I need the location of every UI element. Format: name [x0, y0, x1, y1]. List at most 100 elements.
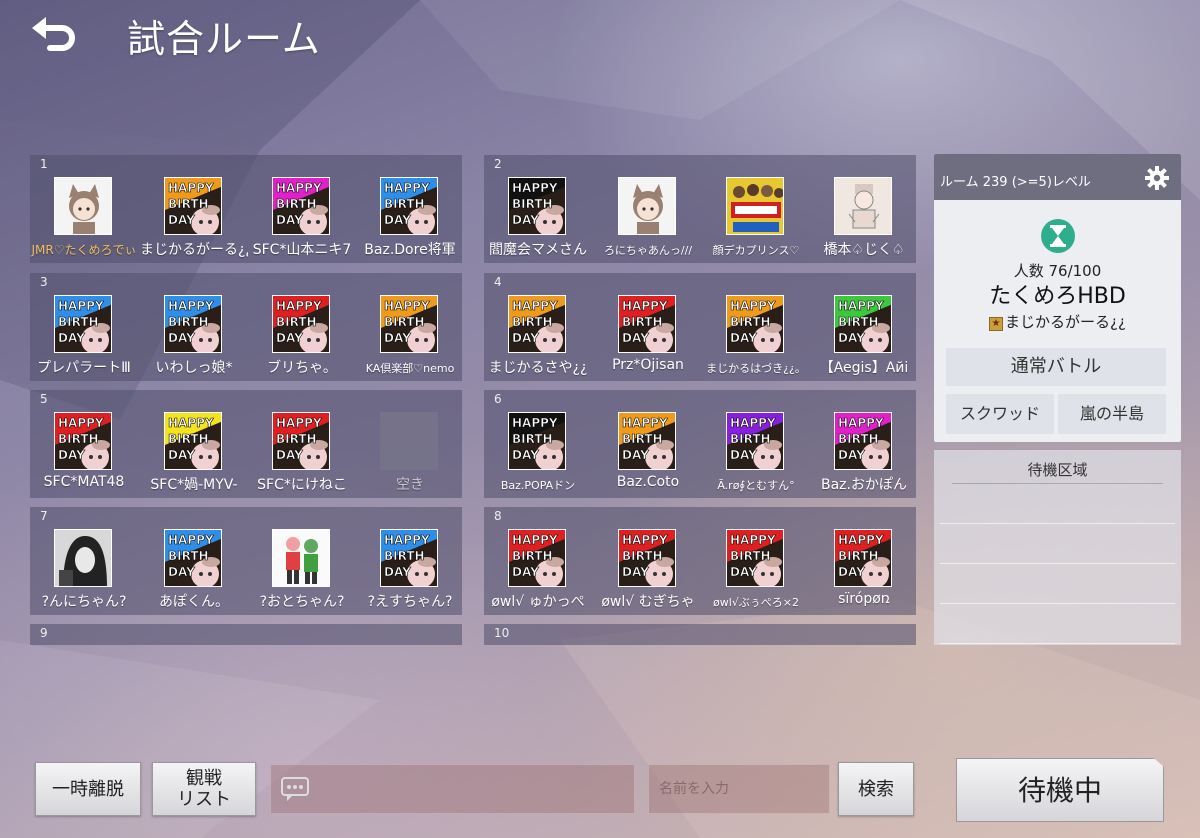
player-slot[interactable]: HAPPY BIRTH DAY 【Aegis】Aйi [810, 293, 916, 379]
player-slot[interactable]: HAPPY BIRTH DAY SFC*にけねこ [248, 410, 356, 496]
svg-text:DAY: DAY [622, 331, 649, 345]
player-slot[interactable]: HAPPY BIRTH DAY まじかるさや¿¿ [484, 293, 592, 379]
svg-text:DAY: DAY [384, 213, 411, 227]
team-box: 1 JMR♡たくめろでぃ HAPPY BIRTH DAY まじかるがーる¿¿ HAPPY BI… [30, 155, 462, 263]
player-name: Ã.rø∮とむすん° [717, 479, 795, 492]
player-slot[interactable]: ?んにちゃん? [30, 527, 138, 613]
player-slot[interactable]: HAPPY BIRTH DAY KA倶楽部♡nemo [356, 293, 464, 379]
player-slot[interactable]: 顔デカプリンス♡ [702, 175, 810, 261]
player-slot[interactable]: HAPPY BIRTH DAY ?えすちゃん? [356, 527, 464, 613]
player-slot[interactable]: HAPPY BIRTH DAY あぽくん。 [140, 527, 248, 613]
avatar-art: HAPPY BIRTH DAY [165, 530, 221, 586]
player-slot[interactable]: HAPPY BIRTH DAY Prz*Ojisan [594, 293, 702, 379]
svg-text:BIRTH: BIRTH [730, 432, 771, 446]
back-arrow-icon [32, 17, 75, 51]
player-slot[interactable]: HAPPY BIRTH DAY Baz.Coto [594, 410, 702, 496]
player-slot[interactable]: JMR♡たくめろでぃ [30, 175, 138, 261]
svg-text:BIRTH: BIRTH [512, 432, 553, 446]
search-button[interactable]: 検索 [838, 762, 914, 816]
player-slot[interactable]: HAPPY BIRTH DAY 閻魔会マメさん [484, 175, 592, 261]
player-name: øwl√ぶぅぺろ×2 [712, 596, 799, 609]
svg-text:DAY: DAY [512, 448, 539, 462]
chat-input[interactable] [270, 764, 635, 814]
svg-text:BIRTH: BIRTH [622, 315, 663, 329]
avatar-art: HAPPY BIRTH DAY [509, 413, 565, 469]
player-slot[interactable]: HAPPY BIRTH DAY いわしっ娘* [140, 293, 248, 379]
svg-text:HAPPY: HAPPY [512, 299, 558, 313]
svg-text:HAPPY: HAPPY [168, 416, 214, 430]
player-slot[interactable]: HAPPY BIRTH DAY øwl√ぶぅぺろ×2 [702, 527, 810, 613]
player-avatar: HAPPY BIRTH DAY [380, 177, 438, 235]
player-slot[interactable]: HAPPY BIRTH DAY SFC*媧-MYV- [140, 410, 248, 496]
player-slot[interactable]: HAPPY BIRTH DAY プレパラートⅢ [30, 293, 138, 379]
waiting-status-button[interactable]: 待機中 [956, 758, 1164, 822]
avatar-art: HAPPY BIRTH DAY [381, 296, 437, 352]
player-avatar: HAPPY BIRTH DAY [272, 412, 330, 470]
svg-text:BIRTH: BIRTH [168, 315, 209, 329]
svg-text:BIRTH: BIRTH [384, 197, 425, 211]
player-slot[interactable]: HAPPY BIRTH DAY まじかるはづき¿¿。 [702, 293, 810, 379]
avatar-art: HAPPY BIRTH DAY [835, 530, 891, 586]
waiting-slot [940, 604, 1175, 644]
empty-slot[interactable]: 空き [356, 410, 464, 496]
hourglass-icon [1041, 219, 1075, 253]
spectator-list-button[interactable]: 観戦 リスト [152, 762, 256, 816]
svg-text:BIRTH: BIRTH [730, 549, 771, 563]
svg-text:BIRTH: BIRTH [512, 315, 553, 329]
svg-text:BIRTH: BIRTH [276, 315, 317, 329]
svg-text:DAY: DAY [512, 331, 539, 345]
temporary-leave-button[interactable]: 一時離脱 [35, 762, 141, 816]
waiting-area-title: 待機区域 [952, 450, 1163, 484]
player-slot[interactable]: HAPPY BIRTH DAY Baz.おかぽん [810, 410, 916, 496]
player-slot[interactable]: HAPPY BIRTH DAY øwl√ むぎちゃ [594, 527, 702, 613]
svg-text:HAPPY: HAPPY [276, 416, 322, 430]
player-avatar: HAPPY BIRTH DAY [618, 412, 676, 470]
avatar-art: HAPPY BIRTH DAY [381, 530, 437, 586]
avatar-art [55, 178, 111, 234]
avatar-art: HAPPY BIRTH DAY [165, 296, 221, 352]
svg-text:HAPPY: HAPPY [168, 181, 214, 195]
player-slot[interactable]: HAPPY BIRTH DAY SFC*MAT48 [30, 410, 138, 496]
player-slot[interactable]: HAPPY BIRTH DAY Baz.POPAドン [484, 410, 592, 496]
player-name: まじかるさや¿¿ [488, 360, 588, 376]
player-slot[interactable]: ?おとちゃん? [248, 527, 356, 613]
svg-text:HAPPY: HAPPY [730, 299, 776, 313]
player-name: Baz.Coto [616, 474, 680, 490]
player-slot[interactable]: HAPPY BIRTH DAY øwl√ ゅかっぺ [484, 527, 592, 613]
avatar-art: HAPPY BIRTH DAY [273, 413, 329, 469]
avatar-art: HAPPY BIRTH DAY [835, 413, 891, 469]
svg-text:HAPPY: HAPPY [838, 299, 884, 313]
player-name: ?んにちゃん? [41, 594, 127, 610]
player-slot[interactable]: HAPPY BIRTH DAY ブリちゃ。 [248, 293, 356, 379]
player-slot[interactable]: 橋本♤じく♤ [810, 175, 916, 261]
svg-text:DAY: DAY [58, 331, 85, 345]
player-name: ろにちゃあんっ/// [603, 244, 693, 257]
svg-text:HAPPY: HAPPY [384, 533, 430, 547]
svg-text:DAY: DAY [276, 213, 303, 227]
player-name: ?えすちゃん? [367, 594, 453, 610]
team-box: 3 HAPPY BIRTH DAY プレパラートⅢ HAPPY BIRTH DAY いわしっ娘*… [30, 273, 462, 381]
player-slot[interactable]: HAPPY BIRTH DAY sïrópøռ [810, 527, 916, 613]
player-slot[interactable]: HAPPY BIRTH DAY Ã.rø∮とむすん° [702, 410, 810, 496]
player-avatar [618, 177, 676, 235]
player-slot[interactable]: ろにちゃあんっ/// [594, 175, 702, 261]
svg-text:BIRTH: BIRTH [384, 315, 425, 329]
player-avatar: HAPPY BIRTH DAY [834, 529, 892, 587]
svg-text:BIRTH: BIRTH [622, 549, 663, 563]
gear-icon[interactable] [1145, 166, 1169, 190]
avatar-art: HAPPY BIRTH DAY [165, 178, 221, 234]
avatar-art: HAPPY BIRTH DAY [55, 413, 111, 469]
player-avatar [54, 177, 112, 235]
player-slot[interactable]: HAPPY BIRTH DAY Baz.Dore将軍 [356, 175, 464, 261]
avatar-art: HAPPY BIRTH DAY [619, 530, 675, 586]
player-slot[interactable]: HAPPY BIRTH DAY SFC*山本ニキ7 [248, 175, 356, 261]
svg-text:DAY: DAY [168, 448, 195, 462]
avatar-art: HAPPY BIRTH DAY [509, 296, 565, 352]
svg-text:HAPPY: HAPPY [622, 533, 668, 547]
svg-text:DAY: DAY [168, 331, 195, 345]
back-button[interactable] [30, 14, 82, 54]
avatar-art [619, 178, 675, 234]
name-search-input[interactable] [648, 764, 830, 814]
player-avatar: HAPPY BIRTH DAY [164, 177, 222, 235]
player-slot[interactable]: HAPPY BIRTH DAY まじかるがーる¿¿ [140, 175, 248, 261]
